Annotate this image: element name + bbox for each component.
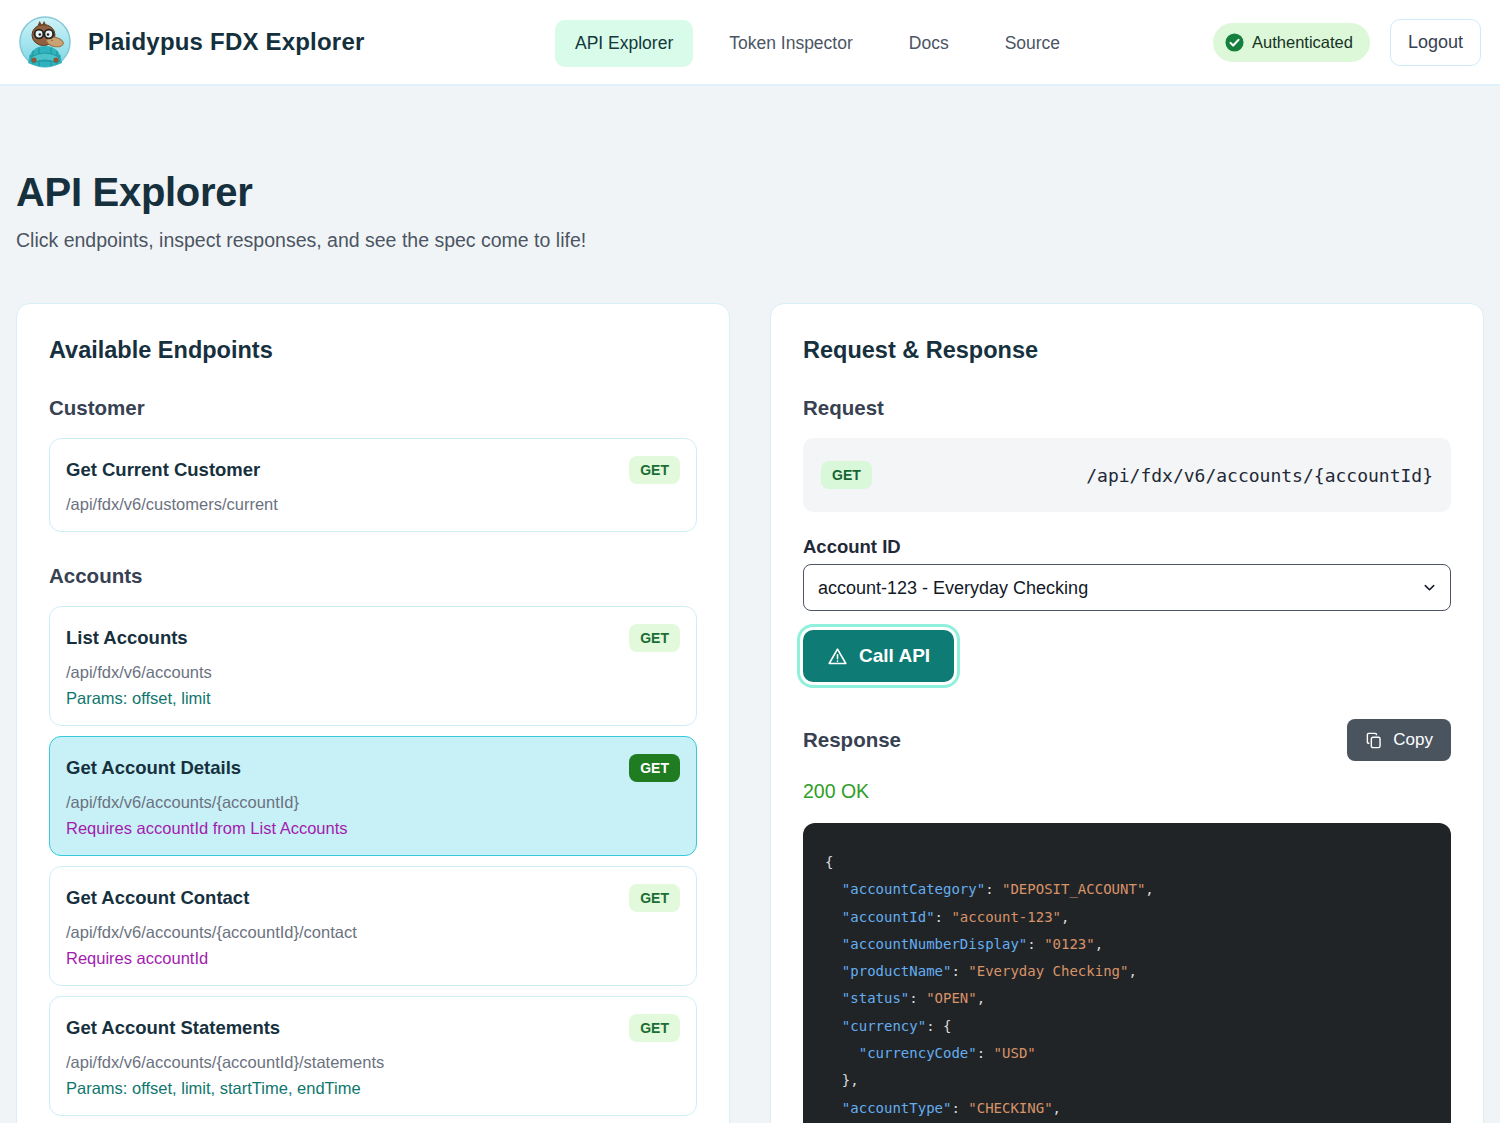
code-line: "currency": { (825, 1013, 1429, 1040)
endpoint-groups: Customer Get Current Customer GET/api/fdx/… (49, 396, 697, 1123)
request-method-badge: GET (821, 461, 872, 489)
code-line: "accountNumberDisplay": "0123", (825, 931, 1429, 958)
call-api-label: Call API (859, 645, 930, 667)
top-bar: Plaidypus FDX Explorer API Explorer Token… (0, 0, 1500, 86)
alert-triangle-icon (827, 646, 848, 667)
page-title: API Explorer (16, 168, 1484, 216)
account-select-wrap: account-123 - Everyday Checking (803, 564, 1451, 611)
endpoint-group-accounts: Accounts (49, 564, 697, 588)
endpoint-path: /api/fdx/v6/accounts (66, 663, 680, 682)
check-circle-icon (1225, 33, 1244, 52)
code-line: "accountId": "account-123", (825, 904, 1429, 931)
endpoint-note: Requires accountId (66, 949, 680, 968)
account-id-select[interactable]: account-123 - Everyday Checking (803, 564, 1451, 611)
code-line: "currencyCode": "USD" (825, 1040, 1429, 1067)
request-path: /api/fdx/v6/accounts/{accountId} (1086, 465, 1433, 486)
endpoint-name: Get Account Contact (66, 884, 249, 909)
page-subtitle: Click endpoints, inspect responses, and … (16, 229, 1484, 252)
auth-status-label: Authenticated (1252, 33, 1353, 52)
nav-item-source[interactable]: Source (985, 20, 1080, 67)
endpoint-name: Get Account Details (66, 754, 241, 779)
endpoint-name: Get Current Customer (66, 456, 260, 481)
endpoint-card-get-current-customer[interactable]: Get Current Customer GET/api/fdx/v6/custo… (49, 438, 697, 532)
endpoint-path: /api/fdx/v6/customers/current (66, 495, 680, 514)
auth-status-badge: Authenticated (1213, 23, 1370, 62)
method-badge: GET (629, 1014, 680, 1042)
endpoint-path: /api/fdx/v6/accounts/{accountId}/stateme… (66, 1053, 680, 1072)
endpoint-note: Requires accountId from List Accounts (66, 819, 680, 838)
endpoint-path: /api/fdx/v6/accounts/{accountId}/contact (66, 923, 680, 942)
endpoint-group-customer: Customer (49, 396, 697, 420)
request-response-title: Request & Response (803, 336, 1451, 364)
endpoint-name: List Accounts (66, 624, 188, 649)
code-line: "productName": "Everyday Checking", (825, 958, 1429, 985)
request-label: Request (803, 396, 1451, 420)
main-nav: API Explorer Token Inspector Docs Source (555, 0, 1080, 86)
code-line: "accountType": "CHECKING", (825, 1095, 1429, 1122)
response-status: 200 OK (803, 779, 1451, 803)
app-title: Plaidypus FDX Explorer (88, 28, 364, 56)
endpoint-note: Params: offset, limit, startTime, endTim… (66, 1079, 680, 1098)
response-label: Response (803, 728, 901, 752)
endpoint-path: /api/fdx/v6/accounts/{accountId} (66, 793, 680, 812)
method-badge: GET (629, 884, 680, 912)
main-content: API Explorer Click endpoints, inspect re… (0, 168, 1500, 1123)
endpoint-card-list-accounts[interactable]: List Accounts GET/api/fdx/v6/accounts Para… (49, 606, 697, 726)
request-response-panel: Request & Response Request GET /api/fdx/… (770, 303, 1484, 1123)
endpoint-card-get-account-contact[interactable]: Get Account Contact GET/api/fdx/v6/accoun… (49, 866, 697, 986)
nav-item-api-explorer[interactable]: API Explorer (555, 20, 693, 67)
logout-button[interactable]: Logout (1390, 19, 1481, 66)
code-line: }, (825, 1067, 1429, 1094)
copy-icon (1365, 731, 1384, 750)
endpoint-card-get-account-details[interactable]: Get Account Details GET/api/fdx/v6/accoun… (49, 736, 697, 856)
code-line: { (825, 849, 1429, 876)
request-summary: GET /api/fdx/v6/accounts/{accountId} (803, 438, 1451, 512)
platypus-logo-icon (19, 16, 71, 68)
nav-item-token-inspector[interactable]: Token Inspector (709, 20, 873, 67)
copy-button-label: Copy (1393, 730, 1433, 750)
call-api-button[interactable]: Call API (803, 630, 954, 682)
brand: Plaidypus FDX Explorer (19, 16, 364, 68)
copy-button[interactable]: Copy (1347, 719, 1451, 761)
code-line: "accountCategory": "DEPOSIT_ACCOUNT", (825, 876, 1429, 903)
account-id-label: Account ID (803, 536, 1451, 558)
endpoint-card-get-account-statements[interactable]: Get Account Statements GET/api/fdx/v6/acc… (49, 996, 697, 1116)
endpoint-name: Get Account Statements (66, 1014, 280, 1039)
nav-item-docs[interactable]: Docs (889, 20, 969, 67)
header-right-group: Authenticated Logout (1213, 19, 1481, 66)
method-badge: GET (629, 624, 680, 652)
method-badge: GET (629, 754, 680, 782)
endpoints-panel: Available Endpoints Customer Get Current … (16, 303, 730, 1123)
code-line: "status": "OPEN", (825, 985, 1429, 1012)
endpoint-note: Params: offset, limit (66, 689, 680, 708)
method-badge: GET (629, 456, 680, 484)
response-json: { "accountCategory": "DEPOSIT_ACCOUNT", … (803, 823, 1451, 1123)
endpoints-panel-title: Available Endpoints (49, 336, 697, 364)
